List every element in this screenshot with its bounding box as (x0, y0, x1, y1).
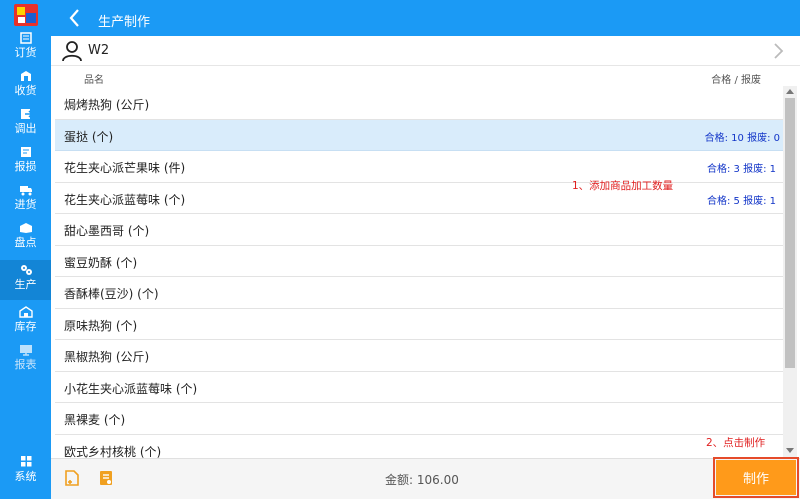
sidebar-item-purchase[interactable]: 进货 (0, 180, 51, 218)
product-list: 焗烤热狗 (公斤) 蛋挞 (个) 合格: 10 报废: 0 花生夹心派芒果味 (件… (55, 88, 783, 458)
column-header-name: 品名 (84, 75, 104, 86)
sidebar-item-production[interactable]: 生产 (0, 260, 51, 300)
order-icon (19, 32, 32, 44)
sidebar-item-transfer-out[interactable]: 调出 (0, 104, 51, 142)
sidebar-item-label: 生产 (14, 278, 37, 291)
item-name: 蛋挞 (个) (64, 129, 114, 144)
annotation-step2: 2、点击制作 (706, 437, 766, 449)
scrollbar-thumb[interactable] (785, 98, 795, 368)
sidebar-item-stock[interactable]: 库存 (0, 302, 51, 340)
sidebar-item-order[interactable]: 订货 (0, 28, 51, 66)
sidebar-item-label: 订货 (14, 46, 37, 59)
page-title: 生产制作 (98, 15, 151, 30)
chevron-right-icon[interactable] (771, 41, 785, 61)
person-icon (62, 41, 82, 62)
item-name: 黑裸麦 (个) (64, 413, 126, 427)
column-header-status: 合格 / 报废 (711, 75, 761, 86)
warehouse-icon (18, 306, 33, 318)
sidebar-item-system[interactable]: 系统 (0, 452, 51, 490)
sidebar-item-label: 调出 (14, 122, 37, 135)
sidebar-item-label: 报表 (14, 358, 37, 371)
sidebar-item-report[interactable]: 报表 (0, 340, 51, 378)
inventory-check-icon (19, 223, 32, 233)
loss-report-icon (20, 147, 31, 157)
app-header: 生产制作 (51, 0, 800, 36)
list-item[interactable]: 香酥棒(豆沙) (个) (55, 277, 783, 309)
app-logo (14, 4, 38, 26)
report-icon (19, 345, 32, 356)
document-list-icon[interactable] (98, 469, 114, 487)
list-item[interactable]: 花生夹心派芒果味 (件) 合格: 3 报废: 1 (55, 151, 783, 183)
scroll-up-arrow-icon[interactable] (786, 88, 794, 94)
item-name: 欧式乡村核桃 (个) (64, 444, 162, 459)
sidebar-item-label: 系统 (14, 470, 37, 483)
list-header: 品名 合格 / 报废 (51, 67, 783, 88)
item-status: 合格: 3 报废: 1 (707, 164, 776, 175)
item-name: 蜜豆奶酥 (个) (64, 255, 138, 270)
sidebar-item-inventory-check[interactable]: 盘点 (0, 218, 51, 256)
item-name: 香酥棒(豆沙) (个) (64, 287, 159, 301)
list-item[interactable]: 黑椒热狗 (公斤) (55, 340, 783, 372)
list-item[interactable]: 甜心墨西哥 (个) (55, 214, 783, 246)
customer-selector[interactable]: W2 (51, 36, 800, 66)
scroll-down-arrow-icon[interactable] (786, 448, 794, 454)
sidebar-item-label: 库存 (14, 320, 37, 333)
list-item[interactable]: 黑裸麦 (个) (55, 403, 783, 435)
list-item[interactable]: 焗烤热狗 (公斤) (55, 88, 783, 120)
customer-name: W2 (88, 43, 110, 58)
item-status: 合格: 10 报废: 0 (704, 132, 780, 144)
sidebar-item-label: 进货 (14, 198, 37, 211)
receive-icon (20, 71, 31, 81)
total-amount: 金额: 106.00 (385, 473, 459, 487)
sidebar-item-label: 收货 (14, 84, 37, 97)
transfer-out-icon (20, 109, 33, 119)
list-item[interactable]: 原味热狗 (个) (55, 308, 783, 340)
item-name: 花生夹心派蓝莓味 (个) (64, 192, 186, 207)
list-item[interactable]: 花生夹心派蓝莓味 (个) 合格: 5 报废: 1 (55, 182, 783, 214)
sidebar-item-label: 盘点 (14, 236, 37, 249)
truck-icon (19, 186, 32, 196)
item-name: 小花生夹心派蓝莓味 (个) (64, 381, 198, 396)
item-name: 焗烤热狗 (公斤) (64, 98, 150, 112)
item-name: 黑椒热狗 (公斤) (64, 350, 150, 364)
sidebar: 订货 收货 调出 报损 进货 盘点 生产 库存 报表 系统 (0, 0, 51, 499)
item-name: 原味热狗 (个) (64, 318, 138, 333)
item-name: 甜心墨西哥 (个) (64, 224, 150, 238)
back-arrow-icon[interactable] (65, 7, 85, 29)
item-status: 合格: 5 报废: 1 (707, 195, 776, 207)
item-name: 花生夹心派芒果味 (件) (64, 161, 186, 175)
annotation-step1: 1、添加商品加工数量 (572, 180, 674, 192)
new-document-icon[interactable] (64, 469, 80, 487)
list-item[interactable]: 欧式乡村核桃 (个) (55, 434, 783, 459)
list-item[interactable]: 蛋挞 (个) 合格: 10 报废: 0 (55, 119, 783, 151)
sidebar-item-loss-report[interactable]: 报损 (0, 142, 51, 180)
sidebar-item-receive[interactable]: 收货 (0, 66, 51, 104)
grid-icon (20, 456, 31, 467)
make-button[interactable]: 制作 (716, 460, 796, 495)
list-scrollbar[interactable] (783, 86, 797, 458)
gear-icon (20, 265, 32, 275)
footer-bar: 金额: 106.00 制作 (51, 457, 800, 499)
list-item[interactable]: 蜜豆奶酥 (个) (55, 245, 783, 277)
list-item[interactable]: 小花生夹心派蓝莓味 (个) (55, 371, 783, 403)
sidebar-item-label: 报损 (14, 160, 37, 173)
make-button-highlight: 制作 (713, 457, 799, 498)
